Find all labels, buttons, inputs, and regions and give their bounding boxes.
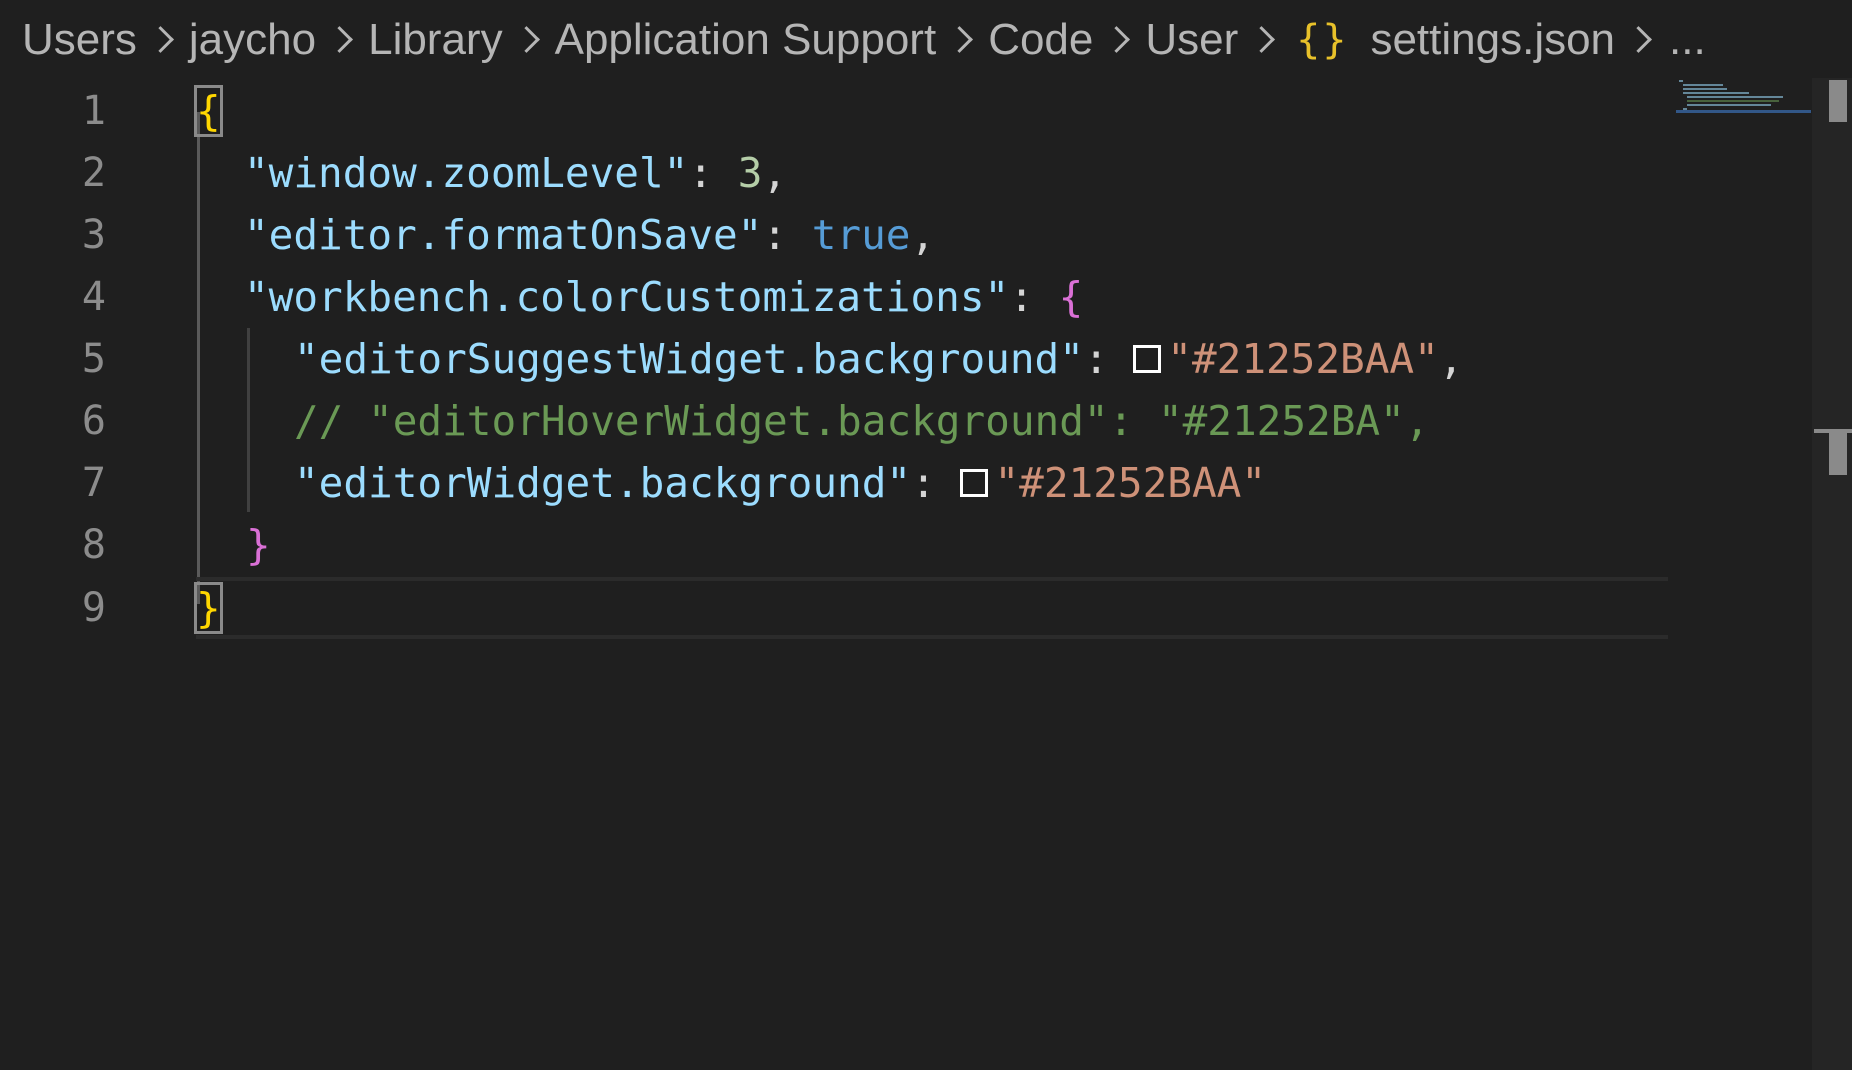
minimap-line xyxy=(1687,100,1779,102)
json-key: "editorSuggestWidget.background" xyxy=(294,335,1084,383)
json-key: "editorWidget.background" xyxy=(294,459,912,507)
chevron-right-icon xyxy=(143,18,183,62)
line-number: 9 xyxy=(81,585,106,631)
breadcrumb-ellipsis[interactable]: ... xyxy=(1669,15,1706,65)
json-string-value: "#21252BAA" xyxy=(1167,335,1439,383)
code-line[interactable]: 9 } xyxy=(0,577,1670,639)
chevron-right-icon xyxy=(322,18,362,62)
breadcrumb: Users jaycho Library Application Support… xyxy=(0,0,1852,80)
code-line[interactable]: 8 } xyxy=(0,514,1670,576)
colon: : xyxy=(1083,335,1134,383)
code-editor[interactable]: 1 { 2 "window.zoomLevel": 3, 3 "editor.f… xyxy=(0,80,1812,1070)
minimap-line xyxy=(1683,88,1727,90)
close-brace: } xyxy=(194,582,223,634)
code-line[interactable]: 5 "editorSuggestWidget.background": "#21… xyxy=(0,328,1670,390)
breadcrumb-item-application-support[interactable]: Application Support xyxy=(555,15,937,65)
vertical-scrollbar[interactable] xyxy=(1812,78,1852,1070)
line-number: 4 xyxy=(81,274,106,320)
colon: : xyxy=(688,149,738,197)
line-number: 2 xyxy=(81,150,106,196)
minimap-line xyxy=(1687,96,1783,98)
code-comment: // "editorHoverWidget.background": "#212… xyxy=(294,397,1430,445)
line-number: 6 xyxy=(81,398,106,444)
code-line[interactable]: 6 // "editorHoverWidget.background": "#2… xyxy=(0,390,1670,452)
json-file-icon: {} xyxy=(1296,17,1349,63)
json-number-value: 3 xyxy=(737,149,763,197)
code-line[interactable]: 2 "window.zoomLevel": 3, xyxy=(0,142,1670,204)
breadcrumb-item-user[interactable]: User xyxy=(1145,15,1238,65)
minimap-line xyxy=(1679,80,1683,82)
colon: : xyxy=(1009,273,1059,321)
json-key: "editor.formatOnSave" xyxy=(244,211,763,259)
line-number: 7 xyxy=(81,460,106,506)
breadcrumb-item-users[interactable]: Users xyxy=(22,15,137,65)
chevron-right-icon xyxy=(509,18,549,62)
json-string-value: "#21252BAA" xyxy=(994,459,1267,507)
code-line[interactable]: 7 "editorWidget.background": "#21252BAA" xyxy=(0,452,1670,514)
chevron-right-icon xyxy=(1099,18,1139,62)
color-swatch-icon[interactable] xyxy=(1133,345,1162,373)
line-number: 1 xyxy=(81,88,106,134)
code-line[interactable]: 4 "workbench.colorCustomizations": { xyxy=(0,266,1670,328)
breadcrumb-item-code[interactable]: Code xyxy=(988,15,1093,65)
open-brace: { xyxy=(1058,273,1084,321)
json-boolean-value: true xyxy=(811,211,911,259)
json-key: "workbench.colorCustomizations" xyxy=(244,273,1010,321)
close-brace: } xyxy=(246,521,271,569)
code-line[interactable]: 1 { xyxy=(0,80,1670,142)
line-number: 5 xyxy=(81,336,106,382)
breadcrumb-item-library[interactable]: Library xyxy=(368,15,503,65)
chevron-right-icon xyxy=(942,18,982,62)
minimap-line xyxy=(1683,92,1749,94)
colon: : xyxy=(911,459,961,507)
json-key: "window.zoomLevel" xyxy=(244,149,689,197)
comma: , xyxy=(910,211,936,259)
chevron-right-icon xyxy=(1244,18,1284,62)
chevron-right-icon xyxy=(1621,18,1661,62)
minimap-line xyxy=(1683,84,1723,86)
minimap-viewport[interactable] xyxy=(1676,110,1811,113)
color-swatch-icon[interactable] xyxy=(960,469,989,497)
open-brace: { xyxy=(194,85,223,137)
scrollbar-thumb[interactable] xyxy=(1829,80,1847,122)
line-number: 8 xyxy=(81,522,106,568)
breadcrumb-item-settings-json[interactable]: settings.json xyxy=(1370,15,1615,65)
comma: , xyxy=(1438,335,1464,383)
minimap-line xyxy=(1687,104,1771,106)
comma: , xyxy=(762,149,788,197)
breadcrumb-item-jaycho[interactable]: jaycho xyxy=(189,15,316,65)
line-number: 3 xyxy=(81,212,106,258)
scrollbar-thumb-marker xyxy=(1829,433,1847,475)
colon: : xyxy=(762,211,812,259)
code-line[interactable]: 3 "editor.formatOnSave": true, xyxy=(0,204,1670,266)
